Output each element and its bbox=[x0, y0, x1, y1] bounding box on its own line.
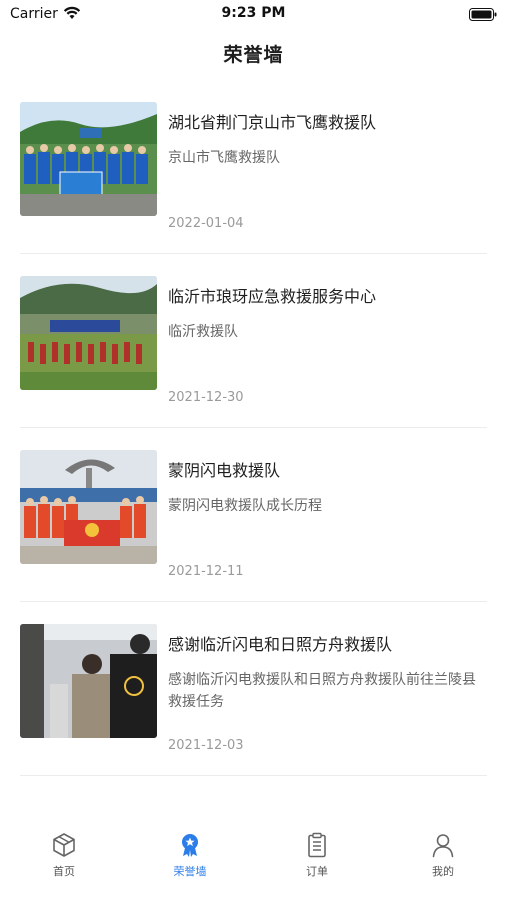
item-title: 蒙阴闪电救援队 bbox=[168, 461, 281, 480]
badge-icon bbox=[182, 834, 198, 857]
item-title: 感谢临沂闪电和日照方舟救援队 bbox=[168, 635, 393, 654]
user-icon bbox=[432, 834, 454, 858]
honor-list: 湖北省荆门京山市飞鹰救援队 京山市飞鹰救援队 2022-01-04 临沂市琅玡应… bbox=[0, 80, 507, 776]
item-description: 京山市飞鹰救援队 bbox=[168, 150, 280, 166]
tab-orders[interactable]: 订单 bbox=[267, 832, 367, 892]
item-date: 2021-12-11 bbox=[168, 564, 244, 579]
item-description: 感谢临沂闪电救援队和日照方舟救援队前往兰陵县救援任务 bbox=[168, 672, 476, 710]
list-item[interactable]: 湖北省荆门京山市飞鹰救援队 京山市飞鹰救援队 2022-01-04 bbox=[0, 80, 507, 254]
item-date: 2021-12-03 bbox=[168, 738, 244, 753]
tab-profile[interactable]: 我的 bbox=[393, 832, 493, 892]
tab-honor-wall[interactable]: 荣誉墙 bbox=[140, 832, 240, 892]
team-photo bbox=[20, 624, 157, 738]
page-title: 荣誉墙 bbox=[223, 44, 284, 66]
tab-bar: 首页 荣誉墙 订单 我的 bbox=[0, 818, 507, 900]
tab-label: 订单 bbox=[306, 865, 328, 878]
tab-label: 荣誉墙 bbox=[173, 865, 207, 878]
list-item[interactable]: 感谢临沂闪电和日照方舟救援队 感谢临沂闪电救援队和日照方舟救援队前往兰陵县救援任… bbox=[0, 602, 507, 776]
cube-icon bbox=[53, 833, 75, 857]
status-bar: Carrier 9:23 PM bbox=[0, 0, 507, 30]
item-description: 临沂救援队 bbox=[168, 324, 238, 340]
tab-label: 首页 bbox=[53, 865, 75, 878]
item-date: 2021-12-30 bbox=[168, 390, 244, 405]
team-photo bbox=[20, 450, 157, 564]
item-date: 2022-01-04 bbox=[168, 216, 244, 231]
clipboard-icon bbox=[308, 832, 326, 858]
team-photo bbox=[20, 102, 157, 216]
item-title: 湖北省荆门京山市飞鹰救援队 bbox=[168, 113, 377, 132]
item-description: 蒙阴闪电救援队成长历程 bbox=[168, 498, 322, 514]
list-item[interactable]: 蒙阴闪电救援队 蒙阴闪电救援队成长历程 2021-12-11 bbox=[0, 428, 507, 602]
item-title: 临沂市琅玡应急救援服务中心 bbox=[168, 287, 377, 306]
team-photo bbox=[20, 276, 157, 390]
tab-home[interactable]: 首页 bbox=[14, 832, 114, 892]
battery-icon bbox=[469, 8, 497, 21]
clock: 9:23 PM bbox=[221, 5, 286, 21]
divider bbox=[20, 775, 487, 776]
tab-label: 我的 bbox=[432, 865, 454, 878]
list-item[interactable]: 临沂市琅玡应急救援服务中心 临沂救援队 2021-12-30 bbox=[0, 254, 507, 428]
